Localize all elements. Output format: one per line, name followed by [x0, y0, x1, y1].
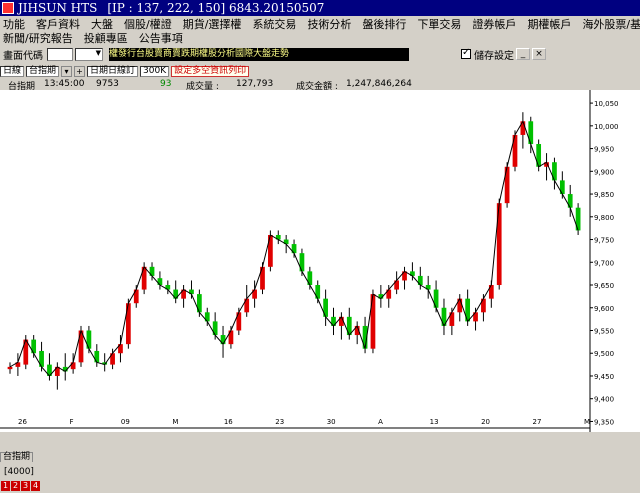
- menu-item[interactable]: 新聞/研究報告: [3, 30, 73, 46]
- add-icon[interactable]: +: [74, 66, 86, 77]
- bottom-code[interactable]: [4000]: [4, 467, 34, 477]
- tab-item[interactable]: 台指期: [0, 452, 34, 462]
- lookup-icon[interactable]: ▾: [61, 66, 73, 77]
- y-tick-label: 9,950: [594, 146, 614, 154]
- chart-tabs: 台指期: [0, 452, 640, 462]
- x-tick-label: M: [172, 418, 178, 426]
- status-num-2[interactable]: 2: [11, 481, 20, 491]
- y-tick-label: 9,700: [594, 259, 614, 267]
- y-tick-label: 9,350: [594, 418, 614, 426]
- app-icon: [2, 2, 14, 14]
- candle-body: [7, 366, 13, 370]
- amount-value: 1,247,846,264: [346, 79, 412, 89]
- status-num-1[interactable]: 1: [1, 481, 10, 491]
- candle-body: [70, 362, 76, 370]
- y-tick-label: 9,600: [594, 305, 614, 313]
- screen-code-input[interactable]: [47, 47, 73, 61]
- menu-item[interactable]: 公告事項: [139, 30, 183, 46]
- connection-info: [IP : 137, 222, 150] 6843.20150507: [107, 1, 325, 15]
- quote-info: 台指期 13:45:00 9753 93 成交量 : 127,793 成交金額 …: [0, 79, 640, 92]
- menu-item[interactable]: 投顧專區: [84, 30, 128, 46]
- quote-change: 93: [160, 79, 172, 89]
- screen-code-label: 畫面代碼: [3, 50, 43, 62]
- y-tick-label: 9,450: [594, 373, 614, 381]
- menu-item[interactable]: 下單交易: [417, 16, 461, 32]
- status-bar: 1 2 3 4: [0, 479, 640, 493]
- menu-item[interactable]: 證券帳戶: [472, 16, 516, 32]
- menu-item[interactable]: 期權帳戶: [527, 16, 571, 32]
- period-select[interactable]: 日線: [0, 66, 25, 77]
- menu-item[interactable]: 海外股票/基金: [582, 16, 640, 32]
- x-tick-label: 26: [18, 418, 27, 426]
- menu-item[interactable]: 盤後排行: [362, 16, 406, 32]
- x-tick-label: A: [378, 418, 383, 426]
- symbol-select[interactable]: 台指期: [26, 66, 60, 77]
- main-menu: 功能 客戶資料 大盤 個股/權證 期貨/選擇權 系統交易 技術分析 盤後排行 下…: [0, 16, 640, 31]
- x-tick-label: 13: [430, 418, 439, 426]
- count-select[interactable]: 300K: [140, 66, 170, 77]
- y-tick-label: 9,500: [594, 350, 614, 358]
- x-tick-label: 09: [121, 418, 130, 426]
- app-title: JIHSUN HTS: [18, 1, 98, 15]
- x-tick-label: 16: [224, 418, 233, 426]
- menu-item[interactable]: 期貨/選擇權: [183, 16, 242, 32]
- candle-body: [94, 350, 100, 363]
- x-tick-label: 30: [327, 418, 336, 426]
- y-tick-label: 9,400: [594, 396, 614, 404]
- status-num-3[interactable]: 3: [21, 481, 30, 491]
- title-bar: JIHSUN HTS [IP : 137, 222, 150] 6843.201…: [0, 0, 640, 16]
- minimize-icon[interactable]: _: [516, 48, 530, 60]
- quote-time: 13:45:00: [44, 79, 85, 89]
- chart-svg[interactable]: 10,050 10,000 9,950 9,900 9,850 9,800 9,750 9,7…: [0, 90, 640, 432]
- y-tick-label: 9,750: [594, 237, 614, 245]
- status-num-4[interactable]: 4: [31, 481, 40, 491]
- quote-price: 9753: [96, 79, 119, 89]
- chart-toolbar: 日線 台指期 ▾ + 日期日線訂 300K 設定多空資訊列印: [0, 65, 600, 78]
- x-tick-label: 20: [481, 418, 490, 426]
- x-tick-label: F: [69, 418, 73, 426]
- y-tick-label: 9,900: [594, 168, 614, 176]
- menu-item[interactable]: 系統交易: [252, 16, 296, 32]
- x-tick-label: M: [584, 418, 590, 426]
- y-tick-label: 9,650: [594, 282, 614, 290]
- y-tick-label: 9,850: [594, 191, 614, 199]
- y-tick-label: 10,000: [594, 123, 619, 131]
- main-toolbar: 畫面代碼 權發行台股賣商賣跌期權股分析國際大盤走勢 儲存設定 _ ×: [0, 46, 640, 62]
- candlestick-chart[interactable]: 10,050 10,000 9,950 9,900 9,850 9,800 9,750 9,7…: [0, 90, 640, 432]
- settings-button[interactable]: 設定多空資訊列印: [171, 66, 250, 77]
- candle-body: [157, 278, 163, 286]
- x-tick-label: 27: [533, 418, 542, 426]
- range-select[interactable]: 日期日線訂: [87, 66, 139, 77]
- news-ticker[interactable]: 權發行台股賣商賣跌期權股分析國際大盤走勢: [109, 47, 409, 61]
- bottom-bar: [4000]: [0, 465, 640, 478]
- secondary-menu: 新聞/研究報告 投顧專區 公告事項: [0, 31, 200, 45]
- save-settings-label: 儲存設定: [474, 50, 514, 62]
- y-tick-label: 9,550: [594, 327, 614, 335]
- save-settings-checkbox[interactable]: [461, 47, 471, 59]
- x-tick-label: 23: [275, 418, 284, 426]
- screen-code-dropdown[interactable]: [75, 47, 103, 61]
- close-icon[interactable]: ×: [532, 48, 546, 60]
- menu-item[interactable]: 技術分析: [307, 16, 351, 32]
- y-tick-label: 9,800: [594, 214, 614, 222]
- y-tick-label: 10,050: [594, 100, 619, 108]
- volume-value: 127,793: [236, 79, 274, 89]
